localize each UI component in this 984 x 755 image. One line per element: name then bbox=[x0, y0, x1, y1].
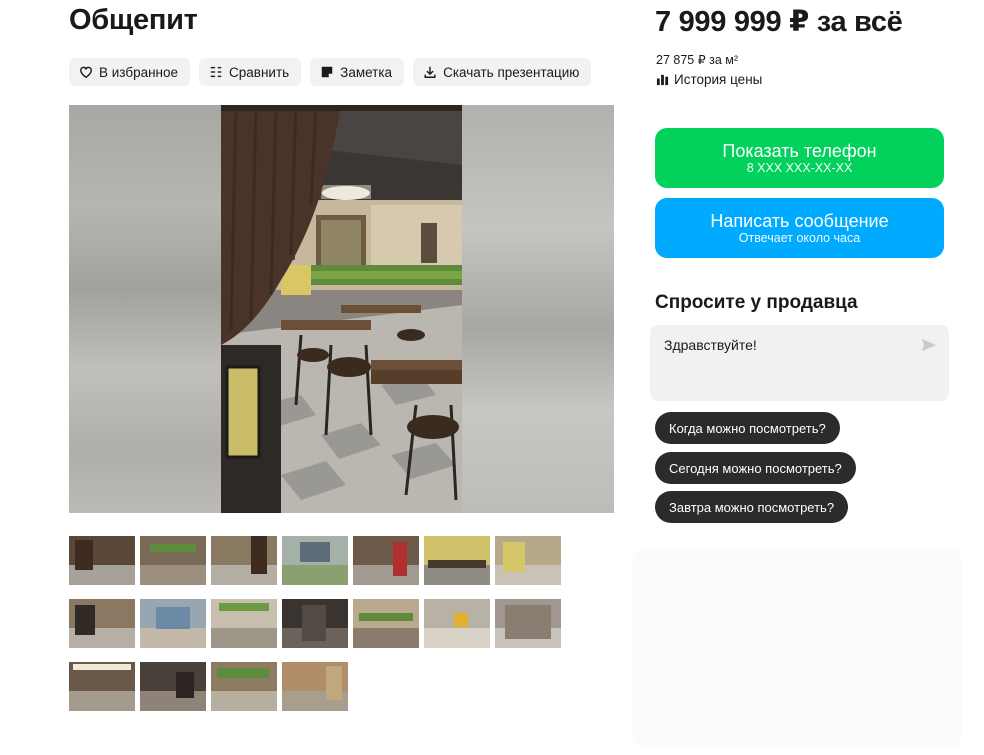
download-presentation-label: Скачать презентацию bbox=[443, 64, 580, 80]
price-history-link[interactable]: История цены bbox=[656, 72, 762, 87]
compare-button[interactable]: Сравнить bbox=[199, 58, 302, 86]
price-per-m2: 27 875 ₽ за м² bbox=[656, 53, 739, 67]
thumbnail-13[interactable] bbox=[424, 599, 490, 648]
photo-thumbnails bbox=[69, 536, 569, 711]
compare-label: Сравнить bbox=[229, 64, 290, 80]
thumbnail-4[interactable] bbox=[282, 536, 348, 585]
thumbnail-17[interactable] bbox=[211, 662, 277, 711]
download-presentation-button[interactable]: Скачать презентацию bbox=[413, 58, 592, 86]
cafe-interior-photo bbox=[221, 105, 462, 513]
thumbnail-2[interactable] bbox=[140, 536, 206, 585]
note-icon bbox=[320, 65, 334, 79]
thumbnail-5[interactable] bbox=[353, 536, 419, 585]
thumbnail-14[interactable] bbox=[495, 599, 561, 648]
thumbnail-16[interactable] bbox=[140, 662, 206, 711]
heart-icon bbox=[79, 65, 93, 79]
thumbnail-12[interactable] bbox=[353, 599, 419, 648]
note-button[interactable]: Заметка bbox=[310, 58, 405, 86]
quick-reply-tomorrow[interactable]: Завтра можно посмотреть? bbox=[655, 491, 849, 523]
listing-title: Общепит bbox=[69, 4, 198, 36]
thumbnail-6[interactable] bbox=[424, 536, 490, 585]
thumbnail-7[interactable] bbox=[495, 536, 561, 585]
write-message-button[interactable]: Написать сообщение Отвечает около часа bbox=[655, 198, 944, 258]
photo-blur-right bbox=[462, 105, 614, 513]
ask-seller-text: Здравствуйте! bbox=[664, 337, 757, 353]
ask-seller-title: Спросите у продавца bbox=[655, 292, 858, 313]
thumbnail-8[interactable] bbox=[69, 599, 135, 648]
quick-reply-when[interactable]: Когда можно посмотреть? bbox=[655, 412, 840, 444]
write-message-label: Написать сообщение bbox=[710, 211, 889, 231]
listing-actions: В избранное Сравнить Заметка Скачать пре… bbox=[69, 58, 592, 86]
faded-placeholder-card bbox=[632, 548, 962, 748]
phone-masked: 8 XXX XXX-XX-XX bbox=[746, 161, 853, 175]
thumbnail-1[interactable] bbox=[69, 536, 135, 585]
thumbnail-9[interactable] bbox=[140, 599, 206, 648]
response-time: Отвечает около часа bbox=[738, 231, 861, 245]
note-label: Заметка bbox=[340, 64, 393, 80]
main-photo[interactable] bbox=[69, 105, 614, 513]
ask-seller-input[interactable]: Здравствуйте! bbox=[650, 325, 949, 401]
thumbnail-10[interactable] bbox=[211, 599, 277, 648]
bar-chart-icon bbox=[656, 74, 669, 86]
compare-icon bbox=[209, 65, 223, 79]
favorite-button[interactable]: В избранное bbox=[69, 58, 191, 86]
thumbnail-15[interactable] bbox=[69, 662, 135, 711]
photo-blur-left bbox=[69, 105, 221, 513]
price-history-label: История цены bbox=[674, 72, 763, 87]
show-phone-button[interactable]: Показать телефон 8 XXX XXX-XX-XX bbox=[655, 128, 944, 188]
thumbnail-18[interactable] bbox=[282, 662, 348, 711]
favorite-label: В избранное bbox=[99, 64, 179, 80]
show-phone-label: Показать телефон bbox=[722, 141, 877, 161]
price-total: 7 999 999 ₽ за всё bbox=[655, 6, 903, 38]
thumbnail-11[interactable] bbox=[282, 599, 348, 648]
send-icon[interactable] bbox=[921, 337, 937, 353]
download-icon bbox=[423, 65, 437, 79]
thumbnail-3[interactable] bbox=[211, 536, 277, 585]
quick-reply-today[interactable]: Сегодня можно посмотреть? bbox=[655, 452, 856, 484]
